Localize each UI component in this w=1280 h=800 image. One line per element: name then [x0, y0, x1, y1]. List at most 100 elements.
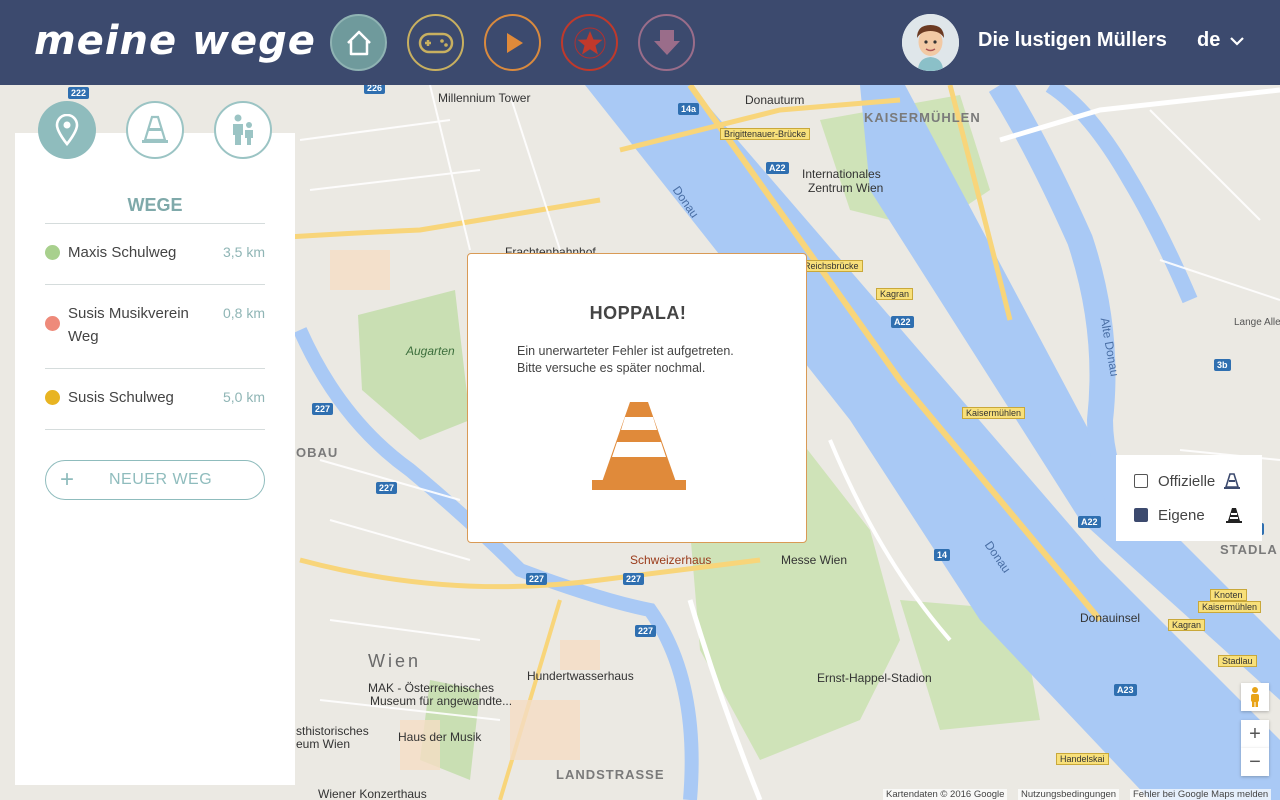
language-value: de: [1197, 29, 1221, 51]
language-selector[interactable]: de: [1197, 29, 1245, 52]
route-item-susis-musikverein[interactable]: Susis Musikverein Weg 0,8 km: [45, 302, 265, 362]
map-label-handelskai: Handelskai: [1056, 753, 1109, 765]
chevron-down-icon: [1230, 36, 1245, 46]
routes-sidebar: WEGE Maxis Schulweg 3,5 km Susis Musikve…: [15, 133, 295, 785]
divider: [45, 284, 265, 285]
tab-routes[interactable]: [38, 101, 96, 159]
star-icon: [574, 27, 605, 58]
map-label-donauturm: Donauturm: [745, 93, 805, 107]
map-label-hausdermusik: Haus der Musik: [398, 730, 482, 744]
map-label-millennium: Millennium Tower: [438, 91, 531, 105]
traffic-cone-illustration-icon: [592, 402, 686, 490]
user-avatar[interactable]: [902, 14, 959, 71]
error-dialog: HOPPALA! Ein unerwarteter Fehler ist auf…: [467, 253, 807, 543]
avatar-face-icon: [902, 14, 959, 71]
traffic-cone-dark-icon: [1225, 508, 1242, 523]
pegman-icon: [1251, 687, 1259, 707]
play-icon: [506, 32, 523, 53]
traffic-cone-icon: [142, 115, 168, 143]
road-shield: 3b: [1214, 359, 1231, 371]
family-icon: [233, 114, 253, 145]
tab-traffic-cones[interactable]: [126, 101, 184, 159]
map-legend: Offizielle Eigene: [1116, 455, 1262, 541]
checkbox-offizielle[interactable]: [1134, 474, 1148, 488]
road-shield: 227: [635, 625, 657, 637]
gamepad-icon: [418, 32, 453, 53]
home-icon: [346, 30, 371, 55]
map-label-brigittenauer: Brigittenauer-Brücke: [720, 128, 811, 140]
dialog-message-line-2: Bitte versuche es später nochmal.: [517, 361, 706, 375]
road-shield: 227: [623, 573, 645, 585]
new-route-button[interactable]: + NEUER WEG: [45, 460, 265, 500]
map-label-ernsthappel: Ernst-Happel-Stadion: [817, 671, 932, 685]
map-label-schweizerhaus: Schweizerhaus: [630, 553, 712, 567]
map-label-kaisermuehlen-station: Kaisermühlen: [962, 407, 1026, 419]
street-view-pegman-button[interactable]: [1241, 683, 1269, 711]
map-label-augarten: Augarten: [406, 344, 455, 358]
map-label-hundertwasser: Hundertwasserhaus: [527, 669, 634, 683]
map-report-link[interactable]: Fehler bei Google Maps melden: [1130, 789, 1272, 800]
road-shield: 14a: [678, 103, 700, 115]
map-label-messewien: Messe Wien: [781, 553, 848, 567]
road-shield: 227: [376, 482, 398, 494]
road-shield: 14: [934, 549, 951, 561]
divider: [45, 429, 265, 430]
divider: [45, 368, 265, 369]
map-label-historisches: sthistorisches: [296, 724, 369, 738]
map-label-knoten-kaisermuehlen: Kaisermühlen: [1198, 601, 1262, 613]
download-button[interactable]: [638, 14, 695, 71]
app-logo[interactable]: meine wege: [34, 18, 316, 64]
zoom-in-button[interactable]: +: [1241, 720, 1269, 748]
checkbox-eigene[interactable]: [1134, 508, 1148, 522]
road-shield: A22: [766, 162, 789, 174]
road-shield: 227: [526, 573, 548, 585]
route-color-dot: [45, 316, 60, 331]
route-color-dot: [45, 390, 60, 405]
app-header: meine wege Die lustigen Müllers de: [0, 0, 1280, 85]
legend-item-offizielle[interactable]: Offizielle: [1134, 471, 1241, 491]
road-shield: A22: [1078, 516, 1101, 528]
zoom-out-button[interactable]: −: [1241, 748, 1269, 776]
map-label-obau: OBAU: [296, 445, 339, 460]
favorites-button[interactable]: [561, 14, 618, 71]
map-label-kagran-2: Kagran: [1168, 619, 1206, 631]
download-icon: [653, 29, 680, 55]
route-distance: 0,8 km: [222, 305, 265, 321]
legend-label-eigene: Eigene: [1158, 506, 1205, 524]
map-label-lange-allee: Lange Allee: [1234, 317, 1280, 328]
legend-label-offizielle: Offizielle: [1158, 472, 1216, 490]
route-distance: 5,0 km: [222, 389, 265, 405]
games-button[interactable]: [407, 14, 464, 71]
map-label-stadlau-station: Stadlau: [1218, 655, 1257, 667]
home-button[interactable]: [330, 14, 387, 71]
map-terms-link[interactable]: Nutzungsbedingungen: [1018, 789, 1120, 800]
map-label-internationales: Internationales: [802, 167, 881, 181]
road-shield: 227: [312, 403, 334, 415]
road-shield: A23: [1114, 684, 1137, 696]
divider: [45, 223, 265, 224]
route-color-dot: [45, 245, 60, 260]
dialog-message-line-1: Ein unerwarteter Fehler ist aufgetreten.: [517, 344, 734, 358]
route-name: Maxis Schulweg: [68, 244, 177, 261]
map-label-wien: Wien: [368, 651, 422, 671]
map-label-kaisermuehlen: KAISERMÜHLEN: [864, 110, 981, 125]
play-button[interactable]: [484, 14, 541, 71]
plus-icon: +: [1249, 722, 1261, 745]
map-label-donauinsel: Donauinsel: [1080, 611, 1141, 625]
map-label-konzerthaus: Wiener Konzerthaus: [318, 787, 427, 800]
map-label-reichsbruecke: Reichsbrücke: [800, 260, 863, 272]
route-name: Susis Musikverein Weg: [68, 305, 189, 345]
tab-family[interactable]: [214, 101, 272, 159]
plus-icon: +: [60, 466, 75, 493]
route-distance: 3,5 km: [222, 244, 265, 260]
minus-icon: −: [1249, 750, 1261, 773]
legend-item-eigene[interactable]: Eigene: [1134, 505, 1243, 525]
user-name[interactable]: Die lustigen Müllers: [978, 29, 1167, 52]
route-name: Susis Schulweg: [68, 389, 174, 406]
map-label-knoten: Knoten: [1210, 589, 1247, 601]
map-label-mak-2: Museum für angewandte...: [370, 694, 513, 708]
map-label-zentrum: Zentrum Wien: [808, 181, 884, 195]
road-shield: 222: [68, 87, 90, 99]
map-attribution-data: Kartendaten © 2016 Google: [883, 789, 1008, 800]
map-label-mak-1: MAK - Österreichisches: [368, 681, 495, 695]
